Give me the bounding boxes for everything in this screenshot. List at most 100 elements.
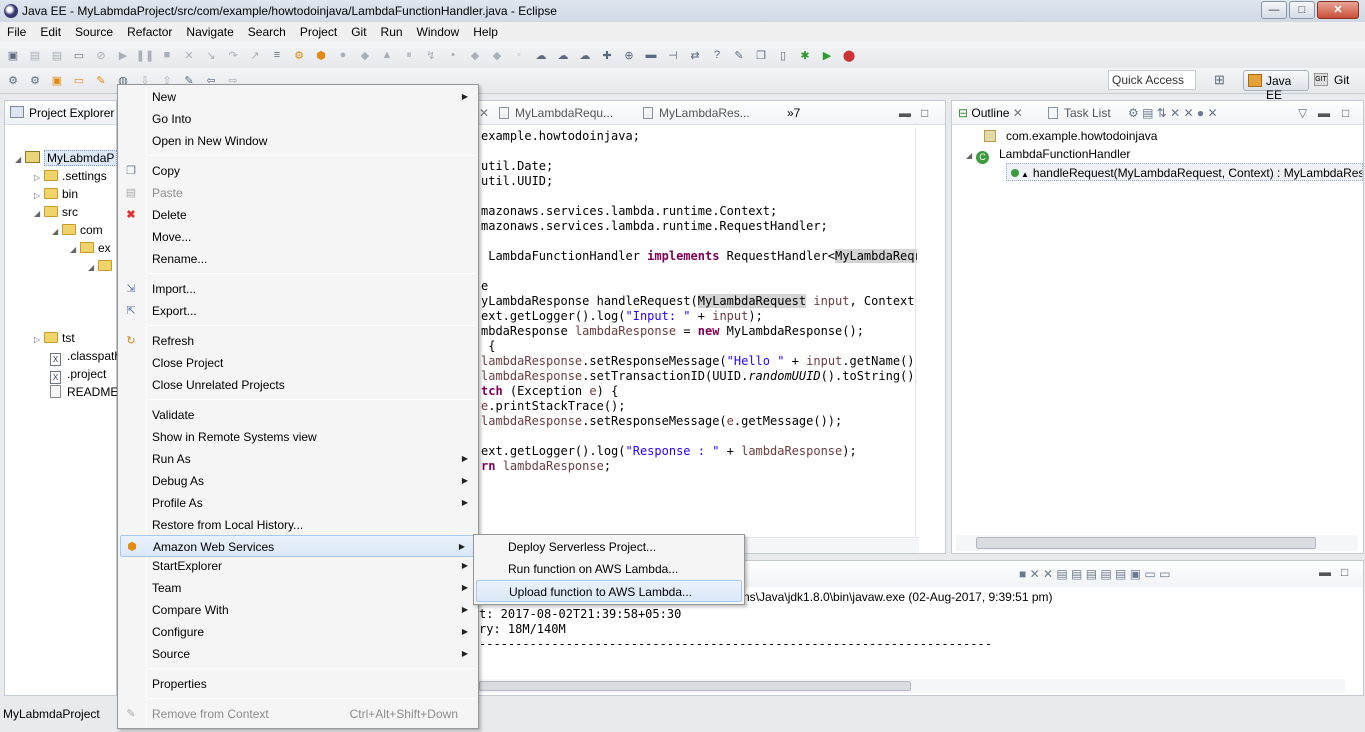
outline-package[interactable]: com.example.howtodoinjava: [984, 127, 1157, 145]
format-icon[interactable]: ≡: [268, 46, 286, 64]
upload-icon[interactable]: ☁: [532, 46, 550, 64]
disconnect-icon[interactable]: ✕: [180, 46, 198, 64]
add-icon[interactable]: ✚: [598, 46, 616, 64]
menu-item-refresh[interactable]: ↻ Refresh: [118, 330, 478, 352]
editor-vertical-scrollbar[interactable]: [915, 127, 927, 537]
menu-item-paste[interactable]: ▤ Paste: [118, 182, 478, 204]
menu-item-amazon-web-services[interactable]: ⬢ Amazon Web Services ▶: [120, 535, 476, 557]
tree-item-src[interactable]: ◢ src: [34, 203, 78, 221]
menu-run[interactable]: Run: [374, 25, 410, 39]
tab-mylambdarequest[interactable]: MyLambdaRequ...: [499, 106, 613, 120]
download-icon[interactable]: ☁: [554, 46, 572, 64]
open-perspective-icon[interactable]: ⊞: [1214, 72, 1232, 90]
debug-step-icon[interactable]: ↯: [422, 46, 440, 64]
tree-item-howtodoinjava[interactable]: ◢: [88, 257, 116, 275]
target-icon[interactable]: ⊕: [620, 46, 638, 64]
menu-item-close-project[interactable]: Close Project: [118, 352, 478, 374]
tip-icon[interactable]: ?: [708, 46, 726, 64]
view-menu-icon[interactable]: ▽: [1298, 106, 1307, 120]
outline-class[interactable]: ◢ C LambdaFunctionHandler: [966, 145, 1130, 164]
run-icon[interactable]: ▶: [818, 46, 836, 64]
menu-item-remove-from-context[interactable]: ✎ Remove from Context Ctrl+Alt+Shift+Down: [118, 703, 478, 725]
menu-file[interactable]: File: [0, 25, 33, 39]
menu-git[interactable]: Git: [344, 25, 373, 39]
node-icon-3[interactable]: ◆: [488, 46, 506, 64]
menu-item-debug-as[interactable]: Debug As ▶: [118, 470, 478, 492]
menu-search[interactable]: Search: [241, 25, 293, 39]
aws-toolbar-icon[interactable]: ⬢: [312, 46, 330, 64]
menu-item-move[interactable]: Move...: [118, 226, 478, 248]
settings-icon[interactable]: ⚙: [4, 72, 22, 90]
tab-close-icon[interactable]: ✕: [479, 106, 489, 120]
menu-edit[interactable]: Edit: [33, 25, 68, 39]
menu-project[interactable]: Project: [293, 25, 344, 39]
step-over-icon[interactable]: ↷: [224, 46, 242, 64]
node-icon-4[interactable]: ◦: [510, 46, 528, 64]
step-into-icon[interactable]: ↘: [202, 46, 220, 64]
refactor-icon[interactable]: ⚙: [290, 46, 308, 64]
tree-item-bin[interactable]: ▷ bin: [34, 185, 78, 203]
menu-item-export[interactable]: ⇱ Export...: [118, 300, 478, 322]
console-icon[interactable]: ▭: [70, 46, 88, 64]
swap-icon[interactable]: ⇄: [686, 46, 704, 64]
trace-icon[interactable]: ▲: [378, 46, 396, 64]
external-tools-icon[interactable]: ⬤: [840, 46, 858, 64]
menu-item-remote-systems[interactable]: Show in Remote Systems view: [118, 426, 478, 448]
close-button[interactable]: ✕: [1317, 1, 1359, 19]
quick-access-input[interactable]: Quick Access: [1108, 70, 1196, 90]
node-icon-2[interactable]: ◆: [466, 46, 484, 64]
tree-item-classpath[interactable]: X .classpath: [50, 347, 121, 366]
menu-item-run-as[interactable]: Run As ▶: [118, 448, 478, 470]
perspective-javaee[interactable]: Java EE: [1243, 70, 1309, 102]
suspend-icon[interactable]: ❚❚: [136, 46, 154, 64]
menu-item-upload-lambda[interactable]: Upload function to AWS Lambda...: [476, 580, 742, 602]
scroll-thumb[interactable]: [479, 681, 911, 691]
menu-item-properties[interactable]: Properties: [118, 673, 478, 695]
menu-item-rename[interactable]: Rename...: [118, 248, 478, 270]
config-icon[interactable]: ⚙: [26, 72, 44, 90]
menu-item-deploy-serverless[interactable]: Deploy Serverless Project...: [476, 536, 742, 558]
menu-item-profile-as[interactable]: Profile As ▶: [118, 492, 478, 514]
sync-icon[interactable]: ☁: [576, 46, 594, 64]
close-tab-icon[interactable]: ✕: [1013, 106, 1023, 120]
minimize-console-icon[interactable]: ▬: [1319, 565, 1331, 579]
menu-item-go-into[interactable]: Go Into: [118, 108, 478, 130]
scroll-thumb[interactable]: [976, 537, 1316, 549]
menu-item-run-lambda[interactable]: Run function on AWS Lambda...: [476, 558, 742, 580]
menu-item-source[interactable]: Source ▶: [118, 643, 478, 665]
tab-outline[interactable]: ⊟ Outline ✕: [958, 106, 1023, 120]
menu-window[interactable]: Window: [410, 25, 467, 39]
copy-toolbar-icon[interactable]: ❐: [752, 46, 770, 64]
link-icon[interactable]: ⊣: [664, 46, 682, 64]
menu-item-configure[interactable]: Configure ▶: [118, 621, 478, 643]
watch-icon[interactable]: ◆: [356, 46, 374, 64]
tab-task-list[interactable]: Task List: [1048, 106, 1111, 120]
search-tool-icon[interactable]: ✎: [92, 72, 110, 90]
step-return-icon[interactable]: ↗: [246, 46, 264, 64]
menu-item-copy[interactable]: ❐ Copy: [118, 160, 478, 182]
breakpoint-icon[interactable]: ●: [334, 46, 352, 64]
tree-item-settings[interactable]: ▷ .settings: [34, 167, 107, 185]
menu-item-team[interactable]: Team ▶: [118, 577, 478, 599]
open-type-icon[interactable]: ▣: [48, 72, 66, 90]
menu-item-close-unrelated[interactable]: Close Unrelated Projects: [118, 374, 478, 396]
maximize-console-icon[interactable]: □: [1341, 565, 1348, 579]
minimize-editor-icon[interactable]: ▬: [899, 106, 911, 120]
outline-horizontal-scrollbar[interactable]: [956, 535, 1358, 551]
edit-icon[interactable]: ✎: [730, 46, 748, 64]
tab-project-explorer[interactable]: Project Explorer: [29, 106, 114, 120]
tree-item-project[interactable]: ◢ MyLabmdaP: [15, 149, 118, 167]
open-folder-icon[interactable]: ▭: [70, 72, 88, 90]
menu-item-open-new-window[interactable]: Open in New Window: [118, 130, 478, 152]
server-icon[interactable]: ▬: [642, 46, 660, 64]
menu-navigate[interactable]: Navigate: [179, 25, 240, 39]
debug-icon[interactable]: ✱: [796, 46, 814, 64]
outline-toolbar-icons[interactable]: ⚙ ▤ ⇅ ✕ ✕ ● ✕: [1128, 106, 1218, 120]
menu-item-compare-with[interactable]: Compare With ▶: [118, 599, 478, 621]
menu-item-startexplorer[interactable]: StartExplorer ▶: [118, 555, 478, 577]
menu-item-delete[interactable]: ✖ Delete: [118, 204, 478, 226]
skip-breakpoints-icon[interactable]: ⊘: [92, 46, 110, 64]
outline-method[interactable]: ▲ handleRequest(MyLambdaRequest, Context)…: [1006, 163, 1363, 181]
save-all-icon[interactable]: ▤: [48, 46, 66, 64]
tree-item-com[interactable]: ◢ com: [52, 221, 103, 239]
